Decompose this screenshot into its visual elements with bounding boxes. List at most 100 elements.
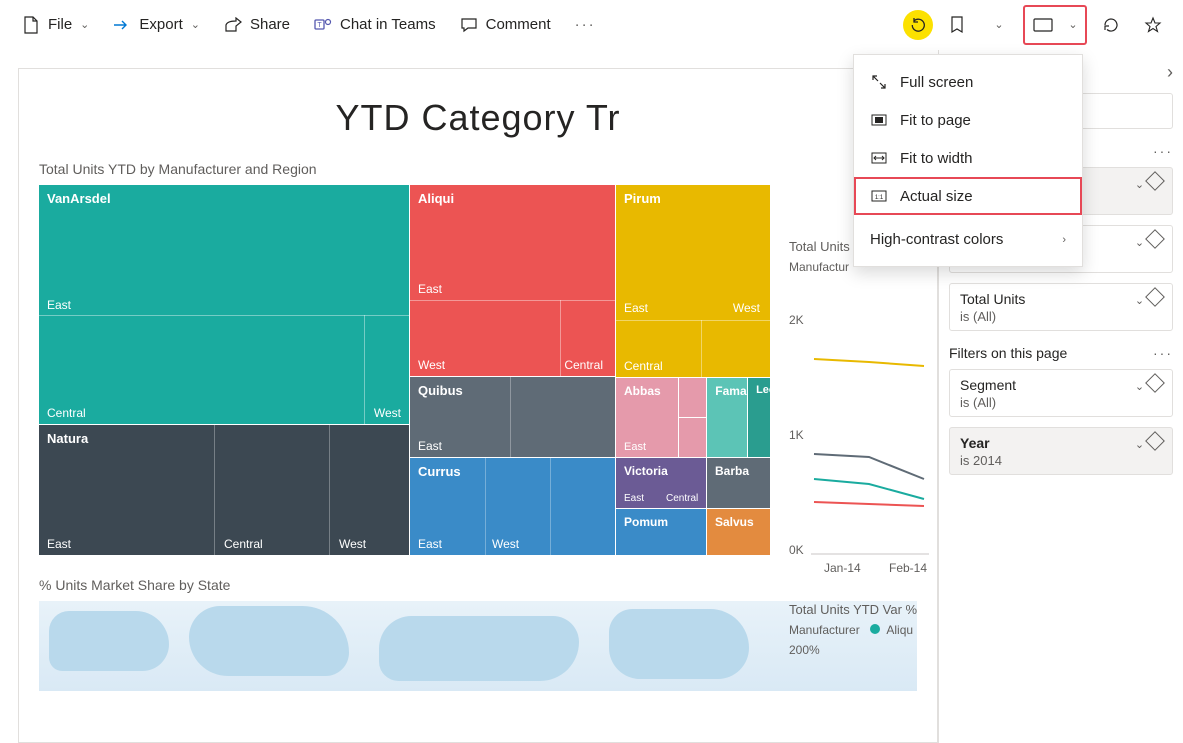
tm-region: Central: [624, 359, 663, 373]
share-button[interactable]: Share: [214, 10, 300, 40]
teams-icon: T: [314, 16, 332, 34]
page-filters-header: Filters on this page ···: [949, 345, 1173, 361]
tm-label: Victoria: [624, 464, 668, 478]
tm-region: Central: [564, 358, 603, 372]
refresh-button[interactable]: [1093, 7, 1129, 43]
map-title: % Units Market Share by State: [39, 577, 917, 593]
x-tick: Jan-14: [824, 561, 861, 575]
tm-label: Currus: [418, 464, 461, 479]
filter-label: Year: [960, 435, 990, 451]
chevron-right-icon: ›: [1062, 234, 1066, 246]
filter-segment[interactable]: Segment ⌄ is (All): [949, 369, 1173, 417]
filter-year[interactable]: Year ⌄ is 2014: [949, 427, 1173, 475]
y-tick: 1K: [789, 428, 804, 442]
tm-region: East: [624, 493, 644, 504]
chevron-down-icon: ⌄: [191, 18, 200, 31]
filter-label: Total Units: [960, 291, 1025, 307]
tm-label: Leo: [756, 384, 776, 396]
eraser-icon[interactable]: [1145, 287, 1165, 307]
comment-icon: [460, 16, 478, 34]
ellipsis-icon[interactable]: ···: [1153, 345, 1173, 361]
tm-label: Abbas: [624, 384, 661, 398]
legend-dot-icon: [870, 624, 880, 634]
svg-text:T: T: [317, 22, 322, 29]
bookmark-button[interactable]: [939, 7, 975, 43]
view-mode-button[interactable]: ⌄: [1023, 5, 1087, 45]
tm-label: VanArsdel: [47, 191, 111, 206]
export-menu[interactable]: Export ⌄: [103, 10, 210, 40]
actual-size-icon: 1:1: [870, 187, 888, 205]
tm-region: West: [733, 301, 760, 315]
menu-label: Actual size: [900, 188, 973, 205]
report-title: YTD Category Tr: [39, 97, 917, 139]
comment-label: Comment: [486, 16, 551, 33]
toolbar: File ⌄ Export ⌄ Share T Chat in Teams Co…: [0, 0, 1183, 50]
tm-label: Pomum: [624, 515, 668, 529]
menu-label: Fit to page: [900, 112, 971, 129]
teams-label: Chat in Teams: [340, 16, 436, 33]
favorite-button[interactable]: [1135, 7, 1171, 43]
y-tick: 2K: [789, 313, 804, 327]
menu-full-screen[interactable]: Full screen: [854, 63, 1082, 101]
eraser-icon[interactable]: [1145, 229, 1165, 249]
treemap-title: Total Units YTD by Manufacturer and Regi…: [39, 161, 917, 177]
filter-value: is 2014: [960, 453, 1162, 468]
section-label: Filters on this page: [949, 345, 1067, 361]
tm-label: Salvus: [715, 515, 754, 529]
menu-actual-size[interactable]: 1:1 Actual size: [854, 177, 1082, 215]
teams-button[interactable]: T Chat in Teams: [304, 10, 446, 40]
tm-region: West: [492, 537, 519, 551]
comment-button[interactable]: Comment: [450, 10, 561, 40]
file-label: File: [48, 16, 72, 33]
reset-button[interactable]: [903, 10, 933, 40]
menu-high-contrast[interactable]: High-contrast colors ›: [854, 221, 1082, 258]
filter-label: Segment: [960, 377, 1016, 393]
menu-label: Fit to width: [900, 150, 973, 167]
bookmark-dropdown[interactable]: ⌄: [981, 7, 1017, 43]
treemap-visual[interactable]: VanArsdel East Central West Natura East …: [39, 185, 917, 555]
fullscreen-icon: [870, 73, 888, 91]
chevron-down-icon: ⌄: [1068, 18, 1077, 31]
eraser-icon[interactable]: [1145, 373, 1165, 393]
map-visual[interactable]: [39, 601, 917, 691]
var-legend-label: Manufacturer: [789, 623, 860, 637]
tm-region: Central: [224, 537, 263, 551]
chevron-down-icon[interactable]: ⌄: [1135, 237, 1144, 249]
tm-region: West: [339, 537, 366, 551]
export-icon: [113, 16, 131, 34]
var-title: Total Units YTD Var %: [789, 602, 938, 617]
chevron-down-icon[interactable]: ⌄: [1135, 295, 1144, 307]
svg-text:1:1: 1:1: [875, 195, 884, 201]
filter-value: is (All): [960, 395, 1162, 410]
ellipsis-icon: ···: [575, 16, 596, 33]
report-canvas: YTD Category Tr Total Units YTD by Manuf…: [0, 50, 938, 743]
more-menu[interactable]: ···: [565, 10, 606, 39]
tm-label: Pirum: [624, 191, 661, 206]
chevron-down-icon[interactable]: ⌄: [1135, 439, 1144, 451]
line-chart-visual[interactable]: Total Units Manufactur 2K 1K 0K Jan-14 F…: [789, 239, 938, 657]
chevron-down-icon[interactable]: ⌄: [1135, 179, 1144, 191]
fit-width-icon: [870, 149, 888, 167]
tm-region: East: [418, 537, 442, 551]
tm-label: Fama: [715, 384, 746, 398]
menu-fit-page[interactable]: Fit to page: [854, 101, 1082, 139]
view-dropdown-menu: Full screen Fit to page Fit to width 1:1…: [853, 54, 1083, 267]
chevron-down-icon: ⌄: [80, 18, 89, 31]
filter-value: is (All): [960, 309, 1162, 324]
tm-region: East: [418, 439, 442, 453]
eraser-icon[interactable]: [1145, 431, 1165, 451]
tm-region: Central: [666, 493, 698, 504]
tm-label: Barba: [715, 464, 749, 478]
eraser-icon[interactable]: [1145, 171, 1165, 191]
tm-region: Central: [47, 406, 86, 420]
x-tick: Feb-14: [889, 561, 927, 575]
file-menu[interactable]: File ⌄: [12, 10, 99, 40]
menu-label: High-contrast colors: [870, 231, 1003, 248]
tm-region: West: [418, 358, 445, 372]
ellipsis-icon[interactable]: ···: [1153, 143, 1173, 159]
chevron-right-icon[interactable]: ›: [1167, 62, 1173, 83]
var-axis: 200%: [789, 643, 938, 657]
filter-total-units[interactable]: Total Units ⌄ is (All): [949, 283, 1173, 331]
menu-fit-width[interactable]: Fit to width: [854, 139, 1082, 177]
chevron-down-icon[interactable]: ⌄: [1135, 381, 1144, 393]
